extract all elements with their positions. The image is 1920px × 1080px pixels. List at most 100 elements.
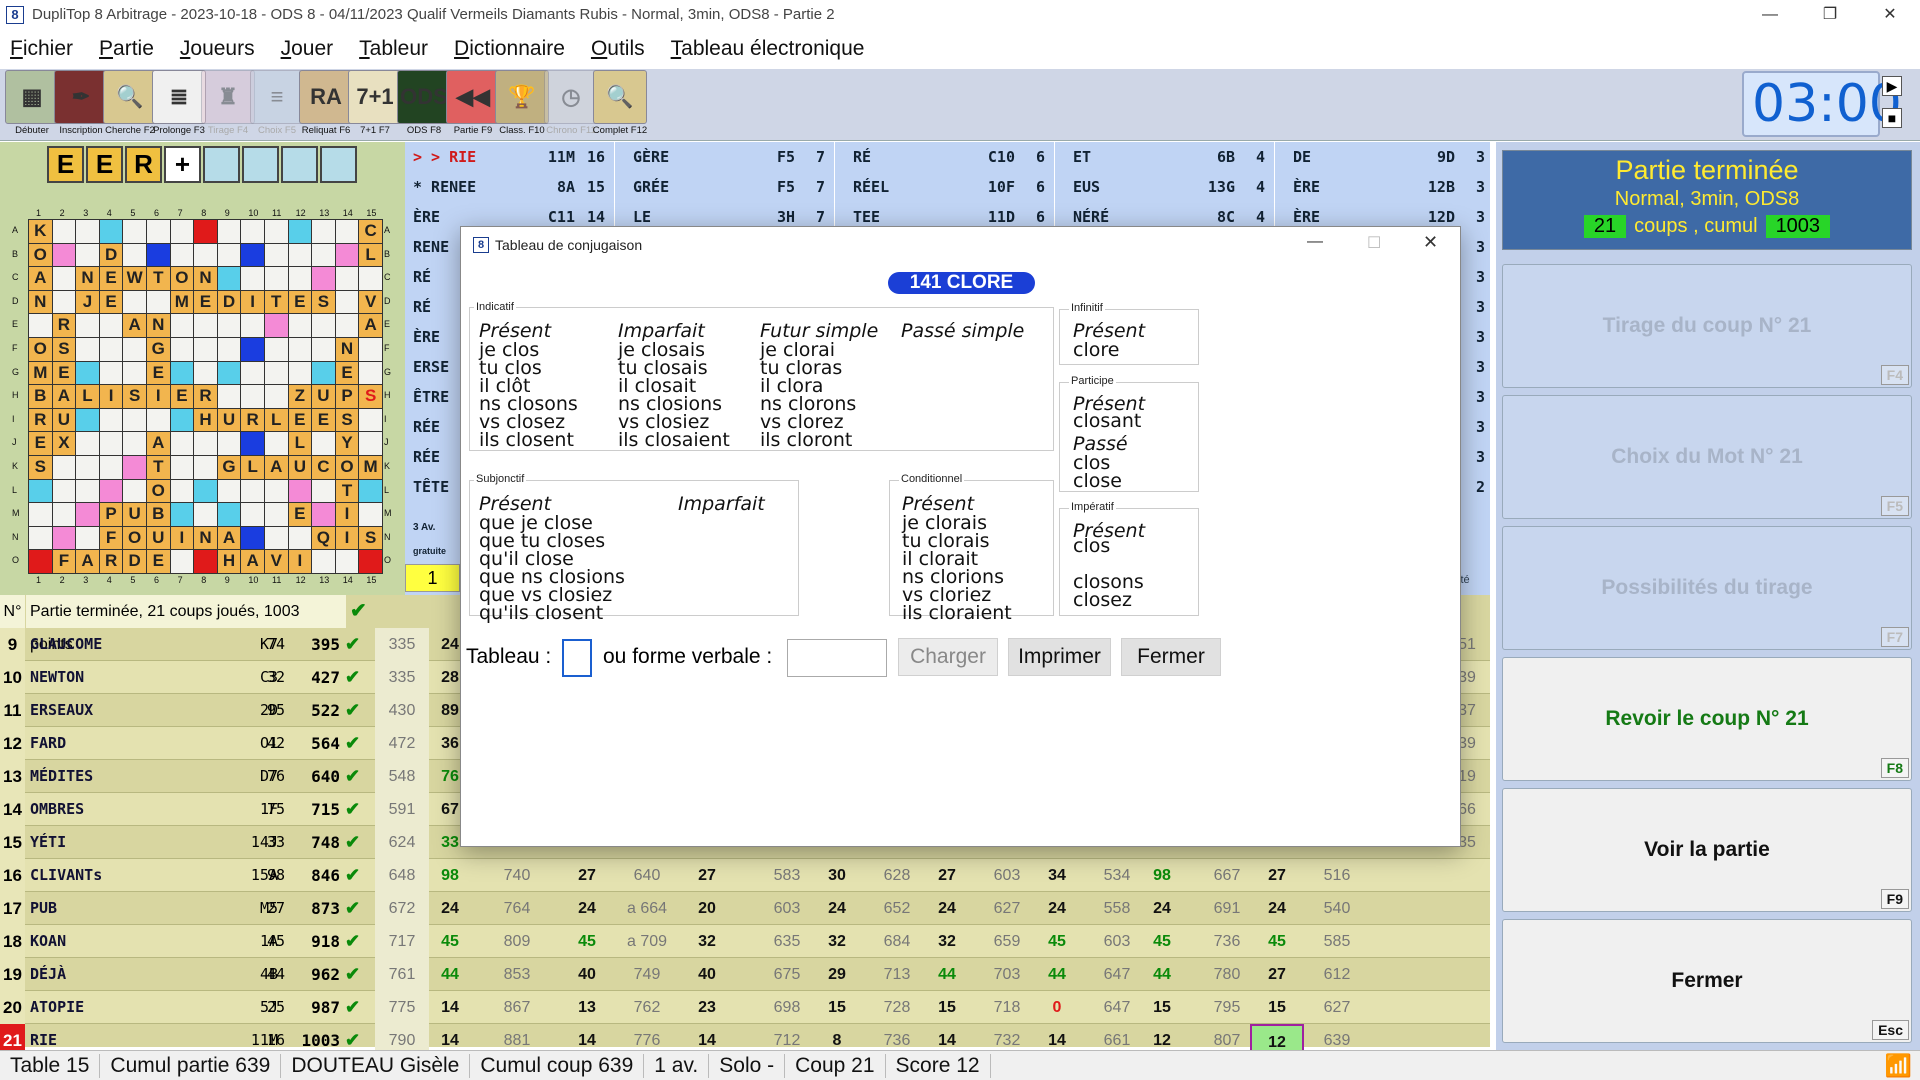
menu-outils[interactable]: Outils (591, 37, 645, 61)
menu-fichier[interactable]: Fichier (10, 37, 73, 61)
column-label-bottom: 7 (177, 575, 183, 585)
board-cell (123, 432, 146, 455)
panel-button-f4[interactable]: Tirage du coup N° 21 F4 (1502, 264, 1912, 388)
word-row[interactable]: GRÉE F5 7 (625, 172, 834, 202)
row-player-cumul: 648 (375, 859, 429, 892)
row-label-right: E (384, 319, 391, 330)
maximize-button[interactable]: ❐ (1800, 0, 1860, 29)
panel-button-f8[interactable]: Revoir le coup N° 21 F8 (1502, 657, 1912, 781)
toolbar-item-choix[interactable]: ≡ Choix F5 (249, 69, 305, 139)
fermer-dialog-button[interactable]: Fermer (1121, 638, 1221, 676)
toolbar-item-reliquat[interactable]: RA Reliquat F6 (298, 69, 354, 139)
row-score: 75 (266, 800, 285, 818)
seven-plus-one-icon[interactable]: 7+1 (348, 70, 402, 124)
list-icon[interactable]: ≡ (250, 70, 304, 124)
word-text: RÉEL (853, 178, 890, 196)
imperatif-form: closez (1073, 589, 1132, 611)
table-row[interactable]: 18 KOAN 1A 45 918 ✔ 717 45 809 45 a 709 32 635 32 684 3… (0, 925, 1490, 958)
board-cell: E (146, 361, 170, 385)
indicatif-form: ils closaient (618, 429, 730, 451)
magnifier-icon[interactable]: 🔍 (103, 70, 157, 124)
quill-icon[interactable]: ✒ (54, 70, 108, 124)
menu-dictionnaire[interactable]: Dictionnaire (454, 37, 565, 61)
board-cell: J (76, 290, 99, 314)
grid-icon[interactable]: ▦ (5, 70, 59, 124)
dialog-close-button[interactable]: ✕ (1423, 232, 1438, 253)
menu-tableau-electronique[interactable]: Tableau électronique (671, 37, 865, 61)
table-row[interactable]: 17 PUB M5 27 873 ✔ 672 24 764 24 a 664 20 603 24 652 24… (0, 892, 1490, 925)
word-row[interactable]: GÈRE F5 7 (625, 142, 834, 172)
window-title: DupliTop 8 Arbitrage - 2023-10-18 - ODS … (32, 6, 835, 23)
word-row[interactable]: RÉEL 10F 6 (845, 172, 1054, 202)
word-score: 15 (586, 178, 605, 196)
infinitif-form: clore (1073, 339, 1120, 361)
menu-partie[interactable]: Partie (99, 37, 154, 61)
menu-joueurs[interactable]: Joueurs (180, 37, 255, 61)
row-cell: 703 (993, 966, 1021, 983)
tableau-label: Tableau : (466, 645, 552, 668)
row-player-score: 24 (441, 900, 459, 917)
toolbar-item-chrono[interactable]: ◷ Chrono F11 (543, 69, 599, 139)
word-row[interactable]: ET 6B 4 (1065, 142, 1274, 172)
row-number: 13 (0, 760, 25, 793)
board-cell (288, 361, 312, 385)
panel-button-f7[interactable]: Possibilités du tirage F7 (1502, 526, 1912, 650)
table-row[interactable]: 20 ATOPIE 5J 25 987 ✔ 775 14 867 13 762 23 698 15 728 1… (0, 991, 1490, 1024)
row-cell: 583 (773, 867, 801, 884)
board-cell (241, 220, 264, 243)
toolbar-item-partie[interactable]: ◀◀ Partie F9 (445, 69, 501, 139)
charger-button[interactable]: Charger (898, 638, 998, 676)
toolbar-item-ods[interactable]: ODS ODS F8 (396, 69, 452, 139)
word-row[interactable]: DE 9D 3 (1285, 142, 1495, 172)
panel-button-esc[interactable]: Fermer Esc (1502, 919, 1912, 1043)
tiles-icon[interactable]: RA (299, 70, 353, 124)
toolbar-item-7+1[interactable]: 7+1 7+1 F7 (347, 69, 403, 139)
board-cell (52, 290, 76, 314)
toolbar-item-complet[interactable]: 🔍 Complet F12 (592, 69, 648, 139)
notepad-icon[interactable]: ≣ (152, 70, 206, 124)
tableau-input[interactable] (562, 639, 592, 677)
trophy-icon[interactable]: 🏆 (495, 70, 549, 124)
column-label-bottom: 5 (130, 575, 136, 585)
panel-button-f9[interactable]: Voir la partie F9 (1502, 788, 1912, 912)
column-label-top: 10 (248, 208, 259, 218)
word-row[interactable]: * RENEE 8A 15 (405, 172, 614, 202)
column-label-bottom: 9 (224, 575, 230, 585)
bag-icon[interactable]: ♜ (201, 70, 255, 124)
dialog-maximize-button[interactable]: ☐ (1367, 233, 1381, 253)
panel-button-f5[interactable]: Choix du Mot N° 21 F5 (1502, 395, 1912, 519)
toolbar-item-débuter[interactable]: ▦ Débuter (4, 69, 60, 139)
word-row[interactable]: EUS 13G 4 (1065, 172, 1274, 202)
close-window-button[interactable]: ✕ (1860, 0, 1920, 29)
word-row[interactable]: ÈRE 12B 3 (1285, 172, 1495, 202)
imprimer-button[interactable]: Imprimer (1008, 638, 1111, 676)
clock-icon[interactable]: ◷ (544, 70, 598, 124)
word-row[interactable]: > > RIE 11M 16 (405, 142, 614, 172)
stop-button[interactable]: ■ (1882, 108, 1902, 128)
board-cell (241, 479, 264, 503)
row-player-cumul: 335 (375, 628, 429, 661)
table-row[interactable]: 19 DÉJÀ 4B 44 962 ✔ 761 44 853 40 749 40 675 29 713 44 7… (0, 958, 1490, 991)
minimize-button[interactable]: — (1740, 0, 1800, 29)
toolbar-item-class.[interactable]: 🏆 Class. F10 (494, 69, 550, 139)
table-row[interactable]: 16 CLIVANTs 15A 98 846 ✔ 648 98 740 27 640 27 583 30 6… (0, 859, 1490, 892)
toolbar-label: Débuter (15, 125, 49, 136)
word-row[interactable]: RÉ C10 6 (845, 142, 1054, 172)
menu-tableur[interactable]: Tableur (359, 37, 428, 61)
row-cell: 40 (578, 966, 596, 983)
toolbar-item-tirage[interactable]: ♜ Tirage F4 (200, 69, 256, 139)
board-cell (288, 314, 312, 337)
play-button[interactable]: ▶ (1882, 76, 1902, 96)
function-key-label: F4 (1880, 365, 1909, 385)
rewind-icon[interactable]: ◀◀ (446, 70, 500, 124)
board-cell (241, 314, 264, 337)
toolbar-item-cherche[interactable]: 🔍 Cherche F2 (102, 69, 158, 139)
row-number: 11 (0, 694, 25, 727)
toolbar-item-prolonge[interactable]: ≣ Prolonge F3 (151, 69, 207, 139)
dictionary-icon[interactable]: ODS (397, 70, 451, 124)
dialog-minimize-button[interactable]: — (1307, 233, 1323, 251)
menu-jouer[interactable]: Jouer (281, 37, 334, 61)
toolbar-item-inscription[interactable]: ✒ Inscription (53, 69, 109, 139)
magnifier-icon[interactable]: 🔍 (593, 70, 647, 124)
forme-verbale-input[interactable] (787, 639, 887, 677)
